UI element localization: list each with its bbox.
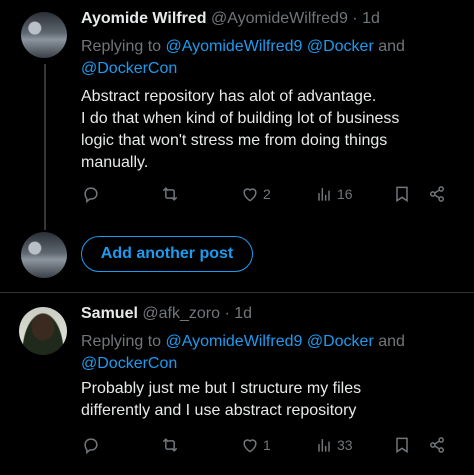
reply-icon [84, 438, 98, 455]
compose-avatar[interactable] [21, 232, 67, 278]
tweet-text: Abstract repository has alot of advantag… [81, 86, 471, 174]
author-handle[interactable]: @AyomideWilfred9 [211, 10, 348, 27]
tweet-header: Ayomide Wilfred @AyomideWilfred9 · 1d [81, 10, 380, 28]
timestamp[interactable]: · 1d [352, 10, 380, 27]
text-line: Probably just me but I structure my file… [81, 380, 362, 397]
reply-icon [84, 187, 98, 204]
views-count: 16 [337, 186, 353, 202]
tweet-text: Probably just me but I structure my file… [81, 378, 471, 422]
retweet-button[interactable] [160, 435, 180, 455]
mention-link[interactable]: @AyomideWilfred9 [166, 38, 303, 55]
action-bar: 1 33 [0, 435, 474, 459]
text-line: I do that when kind of building lot of b… [81, 110, 400, 127]
avatar[interactable] [19, 307, 67, 355]
like-count: 2 [263, 186, 271, 202]
views-icon [318, 188, 330, 201]
views-button[interactable]: 16 [314, 184, 353, 204]
views-count: 33 [337, 437, 353, 453]
avatar[interactable] [21, 12, 67, 58]
like-icon [243, 439, 257, 453]
bookmark-icon [396, 186, 408, 203]
like-button[interactable]: 1 [240, 435, 271, 455]
retweet-icon [162, 187, 178, 201]
replying-label: Replying to [81, 38, 162, 55]
share-button[interactable] [427, 435, 447, 455]
share-button[interactable] [427, 184, 447, 204]
mention-link[interactable]: @AyomideWilfred9 [166, 333, 303, 350]
replying-label: Replying to [81, 333, 162, 350]
bookmark-button[interactable] [392, 184, 412, 204]
share-icon [430, 186, 444, 202]
action-bar: 2 16 [0, 184, 474, 208]
retweet-button[interactable] [160, 184, 180, 204]
mention-link[interactable]: @Docker [307, 333, 374, 350]
text-line: manually. [81, 154, 149, 171]
text-line: differently and I use abstract repositor… [81, 402, 357, 419]
author-name[interactable]: Samuel [81, 305, 138, 322]
and-word: and [378, 333, 405, 350]
views-icon [318, 439, 330, 452]
mention-link[interactable]: @Docker [307, 38, 374, 55]
share-icon [430, 437, 444, 453]
author-name[interactable]: Ayomide Wilfred [81, 10, 207, 27]
and-word: and [378, 38, 405, 55]
tweet-header: Samuel @afk_zoro · 1d [81, 305, 252, 323]
text-line: logic that won't stress me from doing th… [81, 132, 388, 149]
replying-to: Replying to @AyomideWilfred9 @Docker and… [81, 36, 461, 80]
bookmark-icon [396, 437, 408, 454]
retweet-icon [162, 438, 178, 452]
like-button[interactable]: 2 [240, 184, 271, 204]
tweet-2[interactable]: Samuel @afk_zoro · 1d Replying to @Ayomi… [0, 293, 474, 475]
author-handle[interactable]: @afk_zoro [142, 305, 220, 322]
bookmark-button[interactable] [392, 435, 412, 455]
reply-button[interactable] [81, 435, 101, 455]
mention-link[interactable]: @DockerCon [81, 60, 177, 77]
add-another-post-button[interactable]: Add another post [81, 236, 253, 272]
like-icon [243, 188, 257, 202]
timestamp[interactable]: · 1d [224, 305, 252, 322]
text-line: Abstract repository has alot of advantag… [81, 88, 377, 105]
views-button[interactable]: 33 [314, 435, 353, 455]
reply-button[interactable] [81, 184, 101, 204]
replying-to: Replying to @AyomideWilfred9 @Docker and… [81, 331, 461, 375]
mention-link[interactable]: @DockerCon [81, 355, 177, 372]
tweet-1[interactable]: Ayomide Wilfred @AyomideWilfred9 · 1d Re… [0, 0, 474, 232]
like-count: 1 [263, 437, 271, 453]
